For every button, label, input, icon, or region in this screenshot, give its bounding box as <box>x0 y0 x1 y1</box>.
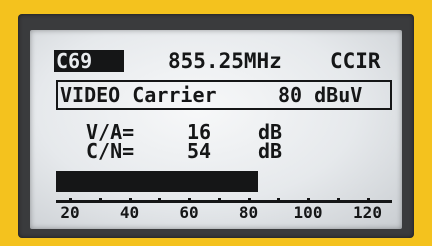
lcd-screen: C69 855.25MHz CCIR VIDEO Carrier 80 dBuV… <box>30 30 402 229</box>
scale-minor-tick <box>98 198 102 202</box>
scale-tick-label: 40 <box>119 203 140 222</box>
scale-minor-tick <box>336 198 340 202</box>
scale-major-tick <box>188 198 191 202</box>
analyzer-device-frame: C69 855.25MHz CCIR VIDEO Carrier 80 dBuV… <box>0 0 432 246</box>
level-scale-line <box>56 200 392 203</box>
scale-minor-tick <box>217 198 221 202</box>
scale-tick-label: 120 <box>353 203 382 222</box>
scale-major-tick <box>307 198 310 202</box>
scale-minor-tick <box>277 198 281 202</box>
scale-minor-tick <box>158 198 162 202</box>
scale-tick-label: 20 <box>60 203 80 222</box>
scale-tick-label: 80 <box>238 203 259 222</box>
cn-ratio-label: C/N= <box>86 139 135 163</box>
tv-standard-label: CCIR <box>330 49 381 73</box>
scale-major-tick <box>247 198 251 202</box>
cn-ratio-unit: dB <box>258 139 283 163</box>
level-bar-fill <box>56 171 258 192</box>
scale-major-tick <box>366 198 370 202</box>
frequency-readout: 855.25MHz <box>168 49 282 73</box>
scale-tick-label: 60 <box>179 203 199 222</box>
scale-major-tick <box>128 198 132 202</box>
level-bar-track <box>56 171 392 192</box>
channel-indicator: C69 <box>54 50 124 72</box>
carrier-level-value: 80 dBuV <box>278 83 363 107</box>
carrier-label: VIDEO Carrier <box>60 83 217 107</box>
scale-major-tick <box>69 198 72 202</box>
cn-ratio-value: 54 <box>187 139 212 163</box>
scale-tick-label: 100 <box>293 203 323 222</box>
